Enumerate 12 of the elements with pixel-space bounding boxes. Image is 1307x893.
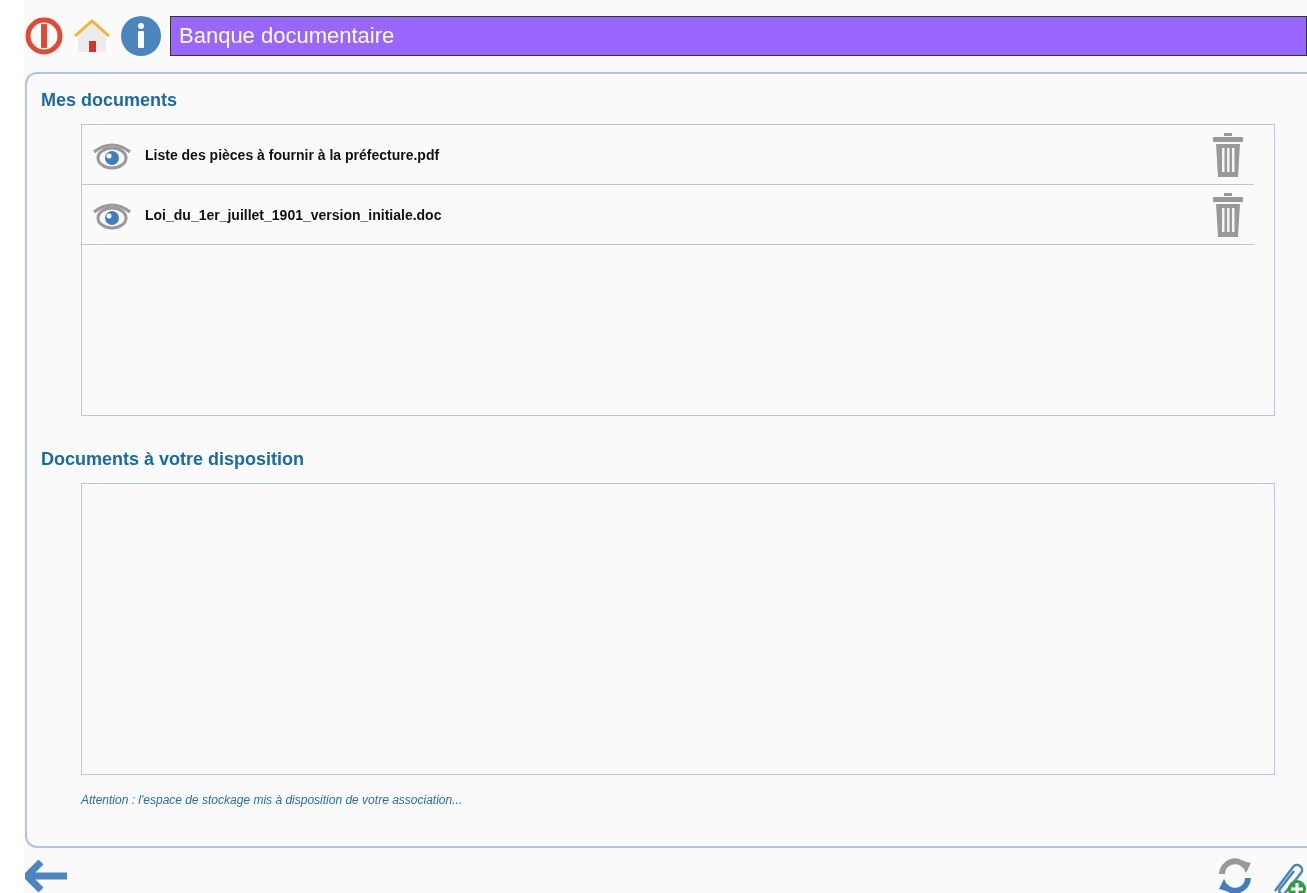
trash-icon[interactable]	[1212, 192, 1244, 237]
storage-note: Attention : l'espace de stockage mis à disposition de votre association...	[81, 793, 464, 807]
refresh-icon[interactable]	[1217, 857, 1253, 893]
section-heading: Mes documents	[41, 90, 179, 111]
section-heading: Documents à votre disposition	[41, 449, 306, 470]
trash-icon[interactable]	[1212, 132, 1244, 177]
power-icon[interactable]	[24, 16, 64, 56]
info-icon[interactable]	[120, 15, 162, 57]
page-title: Banque documentaire	[170, 16, 1307, 56]
document-name[interactable]: Liste des pièces à fournir à la préfecture.pdf	[145, 146, 1212, 163]
document-name[interactable]: Loi_du_1er_juillet_1901_version_initiale.doc	[145, 206, 1212, 223]
back-arrow-icon[interactable]	[25, 860, 67, 892]
